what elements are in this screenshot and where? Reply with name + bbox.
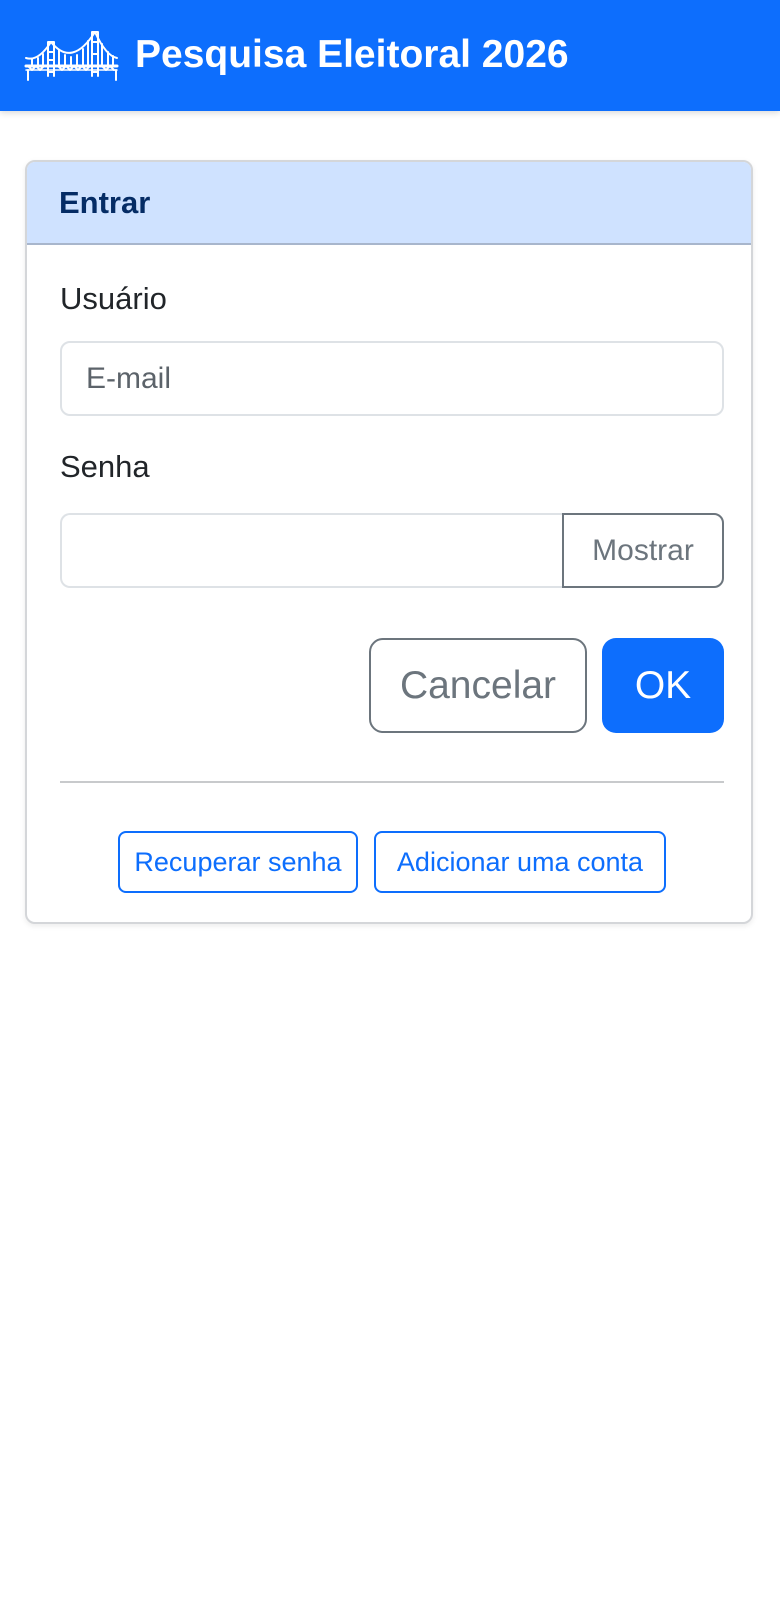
password-label: Senha [60,449,150,484]
login-card: Entrar Usuário Senha Mostrar Cancelar OK… [25,160,753,924]
ok-button[interactable]: OK [602,638,724,733]
recover-password-button[interactable]: Recuperar senha [118,831,358,893]
divider [60,781,724,783]
email-field[interactable] [60,341,724,416]
bridge-icon[interactable] [24,28,119,84]
username-label: Usuário [60,281,167,316]
app-title[interactable]: Pesquisa Eleitoral 2026 [135,30,569,80]
card-title: Entrar [59,185,151,220]
cancel-button[interactable]: Cancelar [369,638,587,733]
show-password-button[interactable]: Mostrar [562,513,724,588]
password-field[interactable] [60,513,564,588]
top-navbar: Pesquisa Eleitoral 2026 [0,0,780,111]
add-account-button[interactable]: Adicionar uma conta [374,831,666,893]
card-header: Entrar [27,162,751,245]
